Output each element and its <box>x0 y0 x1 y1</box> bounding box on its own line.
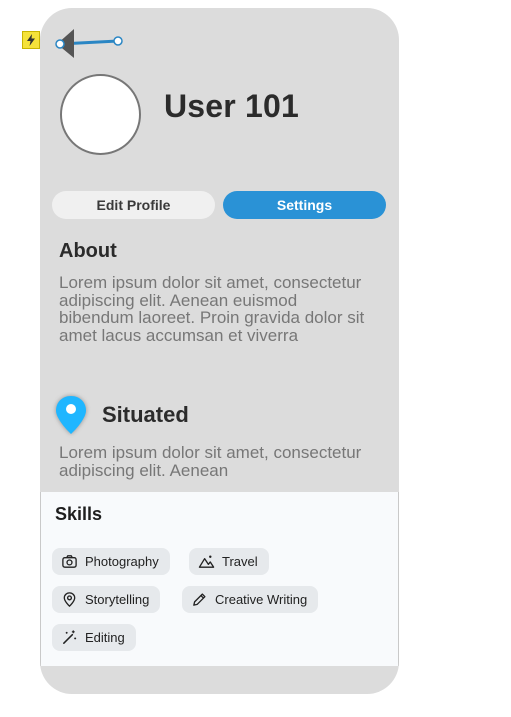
settings-button[interactable]: Settings <box>223 191 386 219</box>
magic-wand-icon <box>63 630 77 644</box>
mountain-icon <box>198 555 215 568</box>
user-name: User 101 <box>164 88 300 124</box>
skill-chip-photography[interactable]: Photography <box>52 548 170 575</box>
skill-chip-editing[interactable]: Editing <box>52 624 136 651</box>
back-arrow-icon[interactable] <box>54 26 124 60</box>
skill-chip-travel[interactable]: Travel <box>189 548 269 575</box>
camera-icon <box>62 555 77 568</box>
edit-profile-button[interactable]: Edit Profile <box>52 191 215 219</box>
skill-chip-storytelling[interactable]: Storytelling <box>52 586 161 613</box>
skills-card: Skills Photography Travel Storytelling C… <box>40 492 399 666</box>
skill-label: Editing <box>85 630 125 645</box>
pencil-icon <box>193 593 206 606</box>
phone-frame: User 101 Edit Profile Settings About Lor… <box>40 8 399 694</box>
situated-heading: Situated <box>102 402 189 427</box>
skill-label: Travel <box>222 554 258 569</box>
about-text: Lorem ipsum dolor sit amet, consectetur … <box>59 273 365 345</box>
avatar[interactable] <box>60 74 141 155</box>
map-pin-icon <box>63 592 76 608</box>
skill-label: Creative Writing <box>215 592 308 607</box>
location-pin-icon <box>51 392 91 440</box>
skill-label: Storytelling <box>85 592 150 607</box>
flash-icon[interactable] <box>22 31 40 49</box>
skill-chip-creative-writing[interactable]: Creative Writing <box>182 586 319 613</box>
skills-heading: Skills <box>55 504 103 524</box>
situated-text: Lorem ipsum dolor sit amet, consectetur … <box>59 444 362 480</box>
skill-label: Photography <box>85 554 159 569</box>
about-heading: About <box>59 240 117 262</box>
